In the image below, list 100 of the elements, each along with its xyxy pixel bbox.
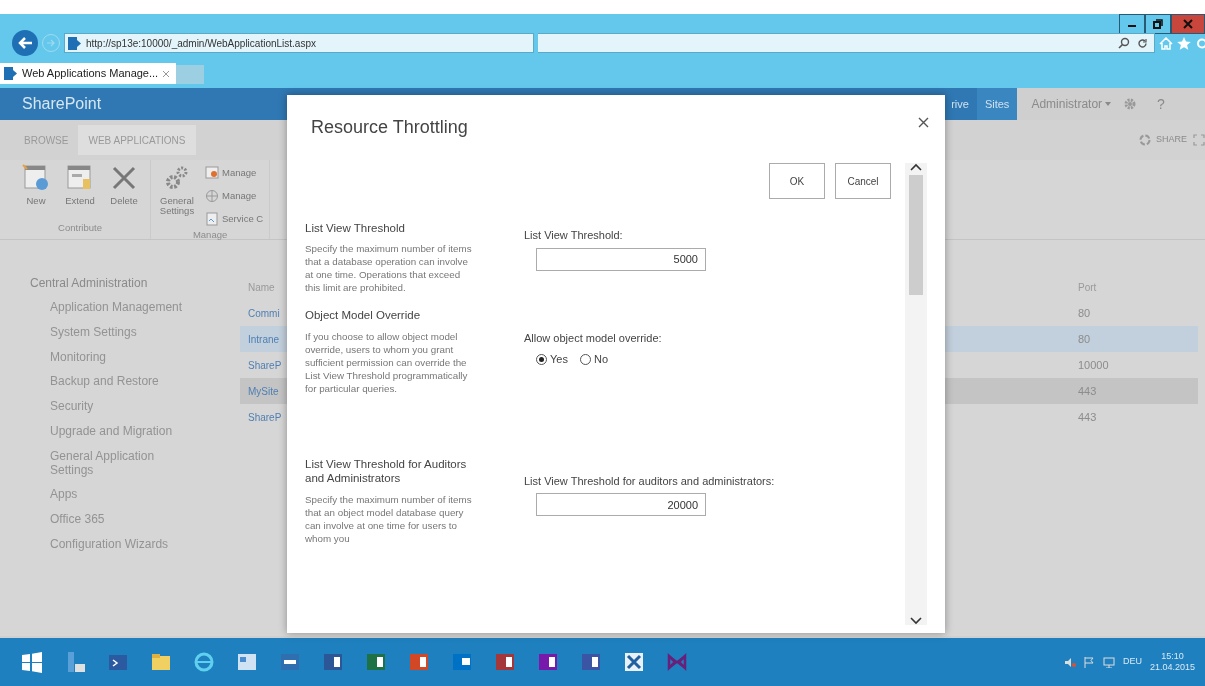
- ribbon-button[interactable]: Delete: [104, 164, 144, 206]
- address-text: http://sp13e:10000/_admin/WebApplicationList.aspx: [86, 36, 316, 51]
- nav-link[interactable]: Monitoring: [30, 350, 200, 365]
- star-icon[interactable]: [1177, 36, 1191, 50]
- section-title: Object Model Override: [305, 308, 422, 323]
- dialog-button[interactable]: Cancel: [835, 163, 891, 199]
- minimize-button[interactable]: [1119, 14, 1145, 34]
- speaker-icon[interactable]: [1063, 656, 1076, 668]
- close-icon: [918, 117, 929, 128]
- tab-title: Web Applications Manage...: [22, 66, 159, 82]
- spreadsheet-icon[interactable]: [365, 651, 386, 673]
- search-icon[interactable]: [1117, 37, 1131, 49]
- nav-link[interactable]: Security: [30, 400, 200, 414]
- table-cell[interactable]: ShareP: [248, 357, 282, 373]
- back-button[interactable]: [12, 30, 38, 56]
- field-label: List View Threshold for auditors and administrators:: [524, 473, 776, 489]
- group-label: Manage: [192, 228, 228, 242]
- section-description: Specify the maximum number of items that an object model database query can involve at one time for users to whom you: [305, 492, 473, 545]
- number-field[interactable]: 20000: [536, 493, 706, 517]
- delete-icon: [110, 164, 138, 192]
- nav-link[interactable]: Backup and Restore: [30, 375, 200, 390]
- section-title: List View Threshold for Auditors and Administrators: [305, 456, 468, 486]
- folder-icon[interactable]: [150, 651, 171, 673]
- field-label: Allow object model override:: [524, 331, 663, 347]
- close-icon[interactable]: [162, 69, 171, 78]
- share-icon: [1139, 134, 1151, 146]
- nav-link[interactable]: Office 365: [30, 513, 200, 527]
- ribbon-tab[interactable]: BROWSE: [14, 125, 79, 155]
- mail-icon[interactable]: [451, 651, 472, 673]
- scrollbar-thumb[interactable]: [909, 175, 923, 295]
- table-cell-text: 443: [1078, 383, 1098, 399]
- close-button[interactable]: [918, 117, 929, 128]
- ribbon-button[interactable]: Extend: [60, 164, 100, 206]
- clock[interactable]: 15:10 21.04.2015: [1149, 651, 1195, 673]
- user-name: Administrator: [1031, 96, 1103, 113]
- ribbon-button[interactable]: New: [16, 164, 56, 206]
- radio-option[interactable]: No: [579, 350, 608, 368]
- chevron-down-icon: [910, 617, 922, 625]
- table-cell-text: 443: [1078, 409, 1098, 425]
- site-logo-icon: [68, 36, 82, 50]
- scrollbar[interactable]: [905, 163, 927, 625]
- nav-link[interactable]: General Application Settings: [30, 449, 200, 478]
- section-description: Specify the maximum number of items that a database operation can involve at one time. Operations that exceed this limit are prohibited.: [305, 242, 473, 295]
- nav-link[interactable]: Configuration Wizards: [30, 537, 200, 552]
- database-icon[interactable]: [494, 651, 515, 673]
- help-link[interactable]: ?: [1157, 93, 1165, 115]
- table-cell-text: 80: [1078, 331, 1092, 347]
- ribbon-button[interactable]: Manage: [205, 187, 264, 205]
- nav-link[interactable]: System Settings: [30, 325, 200, 340]
- close-icon: [1183, 19, 1193, 29]
- flag-icon[interactable]: [1083, 656, 1095, 668]
- column-header: Name: [248, 280, 275, 295]
- table-cell[interactable]: ShareP: [248, 409, 282, 425]
- number-field[interactable]: 5000: [536, 247, 706, 271]
- column-header: Port: [1078, 280, 1098, 295]
- ribbon-tab[interactable]: WEB APPLICATIONS: [78, 125, 196, 155]
- brand-name[interactable]: SharePoint: [0, 92, 102, 116]
- site-logo-icon: [4, 67, 18, 80]
- document-icon: [205, 212, 219, 226]
- back-arrow-icon: [17, 36, 33, 50]
- refresh-icon[interactable]: [1137, 37, 1148, 49]
- address-bar[interactable]: http://sp13e:10000/_admin/WebApplicationList.aspx: [64, 33, 534, 53]
- browser-icon[interactable]: [193, 651, 214, 673]
- close-window-button[interactable]: [1171, 14, 1205, 34]
- nav-link[interactable]: Apps: [30, 488, 200, 503]
- ribbon-button[interactable]: Service C: [205, 210, 264, 228]
- new-page-icon: [22, 164, 50, 192]
- app-window-icon[interactable]: [279, 651, 300, 673]
- start-icon[interactable]: [21, 651, 42, 673]
- table-cell[interactable]: MySite: [248, 383, 279, 399]
- tools-icon[interactable]: [623, 651, 644, 673]
- notebook-icon[interactable]: [537, 651, 558, 673]
- table-cell[interactable]: Intrane: [248, 331, 280, 347]
- share-button[interactable]: SHARE: [1139, 133, 1193, 147]
- restore-icon: [1153, 19, 1163, 29]
- nav-link[interactable]: Upgrade and Migration: [30, 425, 200, 439]
- ribbon-button[interactable]: General Settings: [157, 164, 197, 216]
- radio-option[interactable]: Yes: [536, 350, 568, 368]
- table-cell[interactable]: Commi: [248, 305, 280, 321]
- restore-button[interactable]: [1145, 14, 1171, 34]
- browser-tab[interactable]: Web Applications Manage...: [0, 63, 177, 84]
- forward-arrow-icon: [46, 39, 56, 47]
- network-icon[interactable]: [1102, 656, 1115, 668]
- section-description: If you choose to allow object model override, users to whom you grant sufficient permission can override the List View Threshold programmatically for particular queries.: [305, 329, 469, 395]
- document-icon[interactable]: [322, 651, 343, 673]
- suite-link[interactable]: Sites: [976, 88, 1018, 120]
- nav-heading[interactable]: Central Administration: [30, 274, 240, 292]
- slides-icon[interactable]: [408, 651, 429, 673]
- ribbon-button[interactable]: Manage: [205, 164, 264, 182]
- language-indicator[interactable]: DEU: [1122, 655, 1142, 669]
- caret-icon: [1105, 102, 1112, 106]
- dialog-button[interactable]: OK: [769, 163, 825, 199]
- diagram-icon[interactable]: [580, 651, 601, 673]
- section-title: List View Threshold: [305, 221, 406, 236]
- nav-link[interactable]: Application Management: [30, 301, 200, 315]
- dialog-title: Resource Throttling: [311, 117, 468, 139]
- user-menu[interactable]: Administrator: [1031, 95, 1112, 113]
- app-window-icon[interactable]: [236, 651, 257, 673]
- suite-link[interactable]: rive: [943, 88, 977, 120]
- window-icon: [205, 166, 219, 180]
